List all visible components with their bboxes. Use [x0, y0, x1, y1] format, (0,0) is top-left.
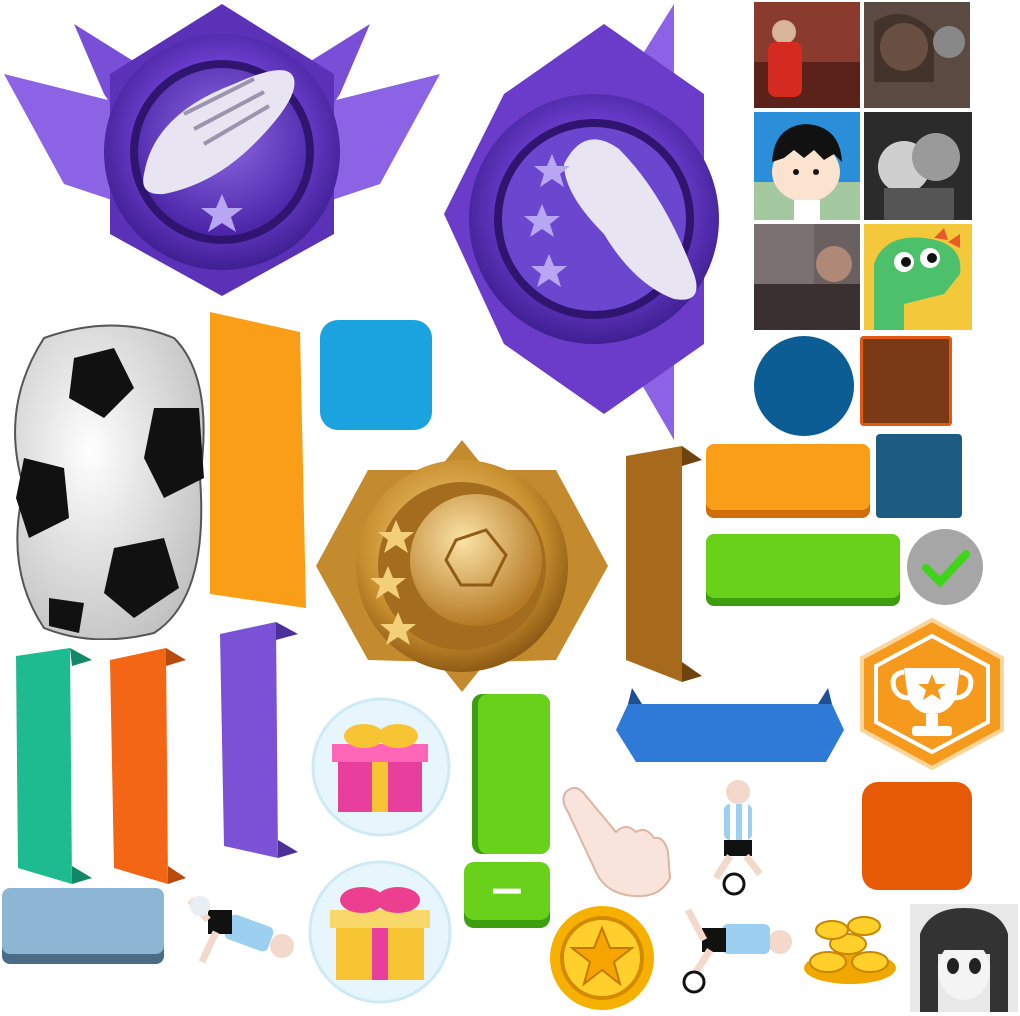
- dark-teal-square: [876, 434, 962, 518]
- orange-button[interactable]: [706, 444, 870, 518]
- orange-ribbon: [104, 648, 188, 884]
- brown-square: [860, 336, 952, 426]
- trophy-badge: [852, 618, 1012, 770]
- gift-bubble-icon[interactable]: [308, 696, 454, 838]
- sky-blue-square: [320, 320, 432, 430]
- minus-icon: −: [488, 865, 526, 916]
- check-icon[interactable]: [906, 528, 984, 606]
- orange-vertical-ribbon: [206, 312, 310, 616]
- blue-ribbon: [612, 686, 848, 776]
- purple-boot-badge-1: [4, 4, 440, 300]
- minus-button[interactable]: −: [464, 862, 550, 928]
- avatar-1: [754, 2, 860, 108]
- gold-coin-icon: [548, 904, 656, 1012]
- purple-ribbon: [214, 622, 300, 858]
- gift-bubble-icon[interactable]: [306, 858, 454, 1006]
- teal-ribbon: [12, 648, 94, 884]
- avatar-7: [910, 904, 1018, 1012]
- light-blue-button[interactable]: [2, 888, 164, 964]
- green-button[interactable]: [706, 534, 900, 606]
- orange-square: [862, 782, 972, 890]
- green-vertical-bar: [472, 694, 550, 854]
- light-blue-button-face: [2, 888, 164, 954]
- orange-button-face: [706, 444, 870, 510]
- brown-ribbon: [612, 446, 704, 682]
- avatar-3: [754, 112, 860, 220]
- green-button-face: [706, 534, 900, 598]
- purple-boot-badge-3: [444, 4, 754, 440]
- gold-ball-badge: [316, 440, 608, 692]
- soccer-player-icon: [686, 778, 776, 896]
- avatar-2: [864, 2, 970, 108]
- soccer-ball-icon: [4, 318, 210, 640]
- avatar-4: [864, 112, 972, 220]
- avatar-6: [864, 224, 972, 330]
- pointing-hand-icon: [556, 782, 676, 900]
- soccer-player-icon: [186, 880, 300, 972]
- navy-circle: [754, 336, 854, 436]
- soccer-player-icon: [680, 898, 796, 998]
- coin-pile-icon: [800, 904, 900, 990]
- avatar-5: [754, 224, 860, 330]
